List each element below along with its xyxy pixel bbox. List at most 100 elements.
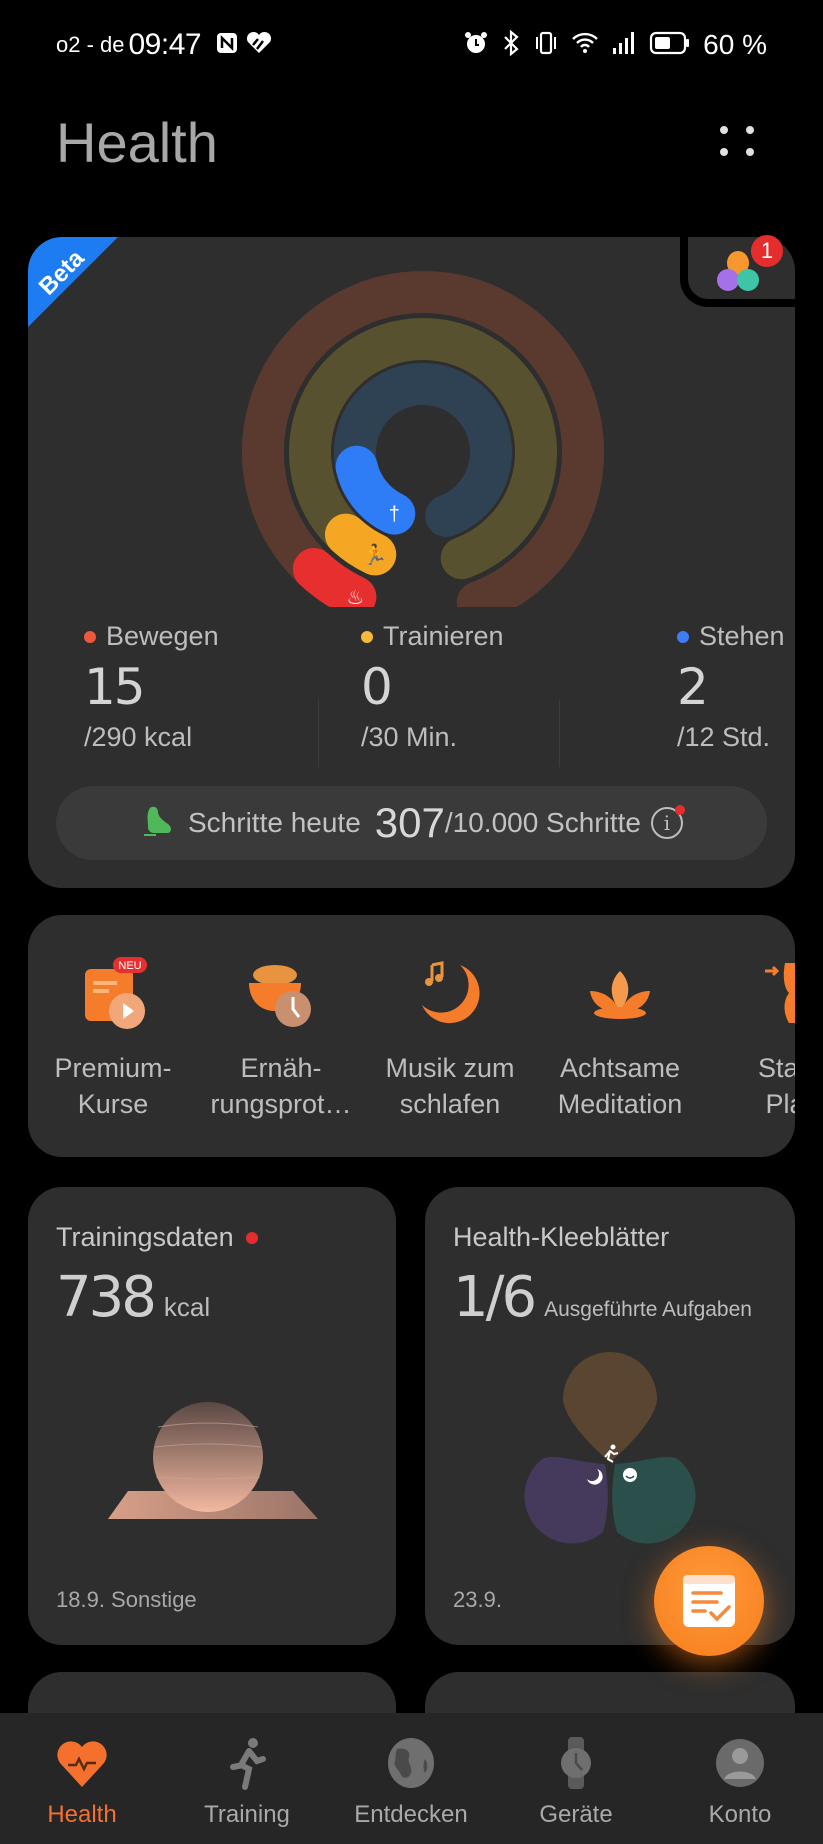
shortcut-label: Stay Pla (757, 1053, 795, 1119)
bottom-navigation: Health Training Entdecken Geräte Konto (0, 1713, 823, 1844)
stehen-dot (677, 630, 689, 643)
bewegen-dot (84, 630, 96, 643)
tasks-value: 1/6 (453, 1265, 537, 1330)
notification-dot (245, 1231, 258, 1244)
nav-health[interactable]: Health (0, 1713, 164, 1844)
running-icon: 🏃 (357, 536, 394, 573)
vibrate-icon (533, 30, 559, 61)
stat-label: Stehen (699, 621, 785, 651)
shortcut-nutrition[interactable]: Ernäh- rungsprot… (196, 915, 366, 1157)
globe-icon (388, 1738, 434, 1788)
more-dots-icon-dot (746, 126, 754, 134)
card-title: Trainingsdaten (56, 1222, 234, 1252)
status-bar: o2 - de 09:47 60 % (0, 28, 823, 62)
nav-devices[interactable]: Geräte (494, 1713, 658, 1844)
meditation-lotus-icon (590, 971, 650, 1019)
shortcut-sleep-music[interactable]: Musik zum schlafen (365, 915, 535, 1157)
nav-discover[interactable]: Entdecken (329, 1713, 493, 1844)
nav-account[interactable]: Konto (658, 1713, 822, 1844)
steps-value: 307 (374, 799, 445, 846)
bluetooth-icon (501, 29, 521, 61)
trainieren-dot (361, 630, 373, 643)
more-dots-icon (720, 126, 728, 134)
calories-unit: kcal (163, 1292, 211, 1322)
steps-label: Schritte heute (188, 807, 361, 838)
activity-stats: Bewegen 15 /290 kcal Trainieren 0 /30 Mi… (56, 621, 785, 767)
shortcut-label: Premium- Kurse (54, 1053, 172, 1119)
shortcut-premium-courses[interactable]: NEU Premium- Kurse (28, 915, 198, 1157)
svg-text:†: † (389, 504, 400, 526)
nfc-icon (215, 31, 239, 60)
stat-goal: /290 kcal (84, 722, 193, 752)
stat-stehen: Stehen 2 /12 Std. (677, 621, 785, 753)
leaf-mood (612, 1456, 696, 1544)
svg-text:🏃: 🏃 (363, 542, 388, 566)
carrier-name: o2 - de (56, 32, 125, 57)
more-dots-icon-dot (746, 148, 754, 156)
health-app-icon (245, 31, 273, 60)
activity-rings: ♨ 🏃† (242, 271, 604, 607)
more-options-button[interactable] (718, 120, 758, 160)
alarm-icon (463, 30, 489, 61)
stat-value: 2 (677, 658, 709, 716)
nav-label: Entdecken (354, 1801, 468, 1828)
steps-today-bar[interactable]: Schritte heute 307 /10.000 Schritte i (56, 786, 767, 860)
stat-goal: /30 Min. (361, 722, 458, 752)
shortcut-label: Ernäh- rungsprot… (210, 1053, 352, 1119)
health-clover-widget-button[interactable]: 1 (680, 235, 795, 307)
svg-text:♨: ♨ (346, 587, 364, 607)
card-title: Health-Kleeblätter (453, 1222, 670, 1252)
steps-goal: /10.000 Schritte (444, 807, 641, 838)
shortcut-carousel[interactable]: NEU Premium- Kurse Ernäh- rungsprot… Mus… (28, 915, 795, 1157)
stat-bewegen: Bewegen 15 /290 kcal (84, 621, 219, 753)
nav-label: Health (47, 1801, 117, 1828)
standing-person-icon: † (376, 495, 413, 532)
more-dots-icon-dot (720, 148, 728, 156)
shortcut-label: Achtsame Meditation (557, 1053, 683, 1119)
signal-icon (611, 30, 637, 61)
shoe-icon (140, 804, 176, 843)
info-icon[interactable]: i (650, 805, 685, 839)
beta-label: Beta (33, 244, 90, 301)
watch-icon (561, 1737, 591, 1789)
calories-value: 738 (56, 1265, 157, 1330)
nav-label: Training (204, 1801, 290, 1828)
activity-rings-card[interactable]: Beta ♨ 🏃 † Bewegen 15 /290 kcal Trainieren… (28, 237, 795, 888)
leaf-sleep (524, 1456, 608, 1544)
divider (559, 699, 560, 767)
running-icon (230, 1738, 266, 1790)
stat-value: 15 (84, 658, 146, 716)
account-icon (716, 1739, 764, 1787)
heart-pulse-icon (57, 1741, 107, 1787)
battery-icon (649, 30, 691, 61)
shortcut-label: Musik zum schlafen (385, 1053, 515, 1119)
nav-training[interactable]: Training (165, 1713, 329, 1844)
task-list-fab[interactable] (654, 1546, 764, 1656)
tasks-unit: Ausgeführte Aufgaben (544, 1298, 752, 1321)
training-data-card[interactable]: Trainingsdaten 738 kcal 18.9. Sonstige (28, 1187, 396, 1645)
leaf-exercise (563, 1352, 657, 1462)
shortcut-stay-plan[interactable]: Stay Pla (700, 915, 795, 1157)
stat-goal: /12 Std. (677, 722, 771, 752)
battery-percentage: 60 % (703, 29, 767, 60)
stat-label: Bewegen (106, 621, 219, 651)
premium-courses-icon: NEU (85, 957, 147, 1029)
divider (318, 699, 319, 767)
clock: 09:47 (128, 28, 202, 61)
wifi-icon (571, 30, 599, 61)
card-footer: 23.9. (453, 1587, 502, 1612)
smile-icon (623, 1468, 637, 1482)
checklist-icon (683, 1575, 735, 1627)
notification-dot (674, 805, 685, 815)
card-footer: 18.9. Sonstige (56, 1587, 197, 1612)
page-title: Health (56, 111, 218, 174)
exercise-ball-illustration (108, 1402, 318, 1519)
clover-leaves (524, 1352, 696, 1544)
nav-label: Konto (708, 1801, 772, 1828)
stat-value: 0 (361, 658, 393, 716)
sleep-music-icon (422, 961, 480, 1024)
shortcut-meditation[interactable]: Achtsame Meditation (535, 915, 705, 1157)
svg-text:NEU: NEU (118, 960, 141, 972)
nutrition-log-icon (249, 965, 311, 1027)
beta-ribbon: Beta (28, 237, 118, 327)
